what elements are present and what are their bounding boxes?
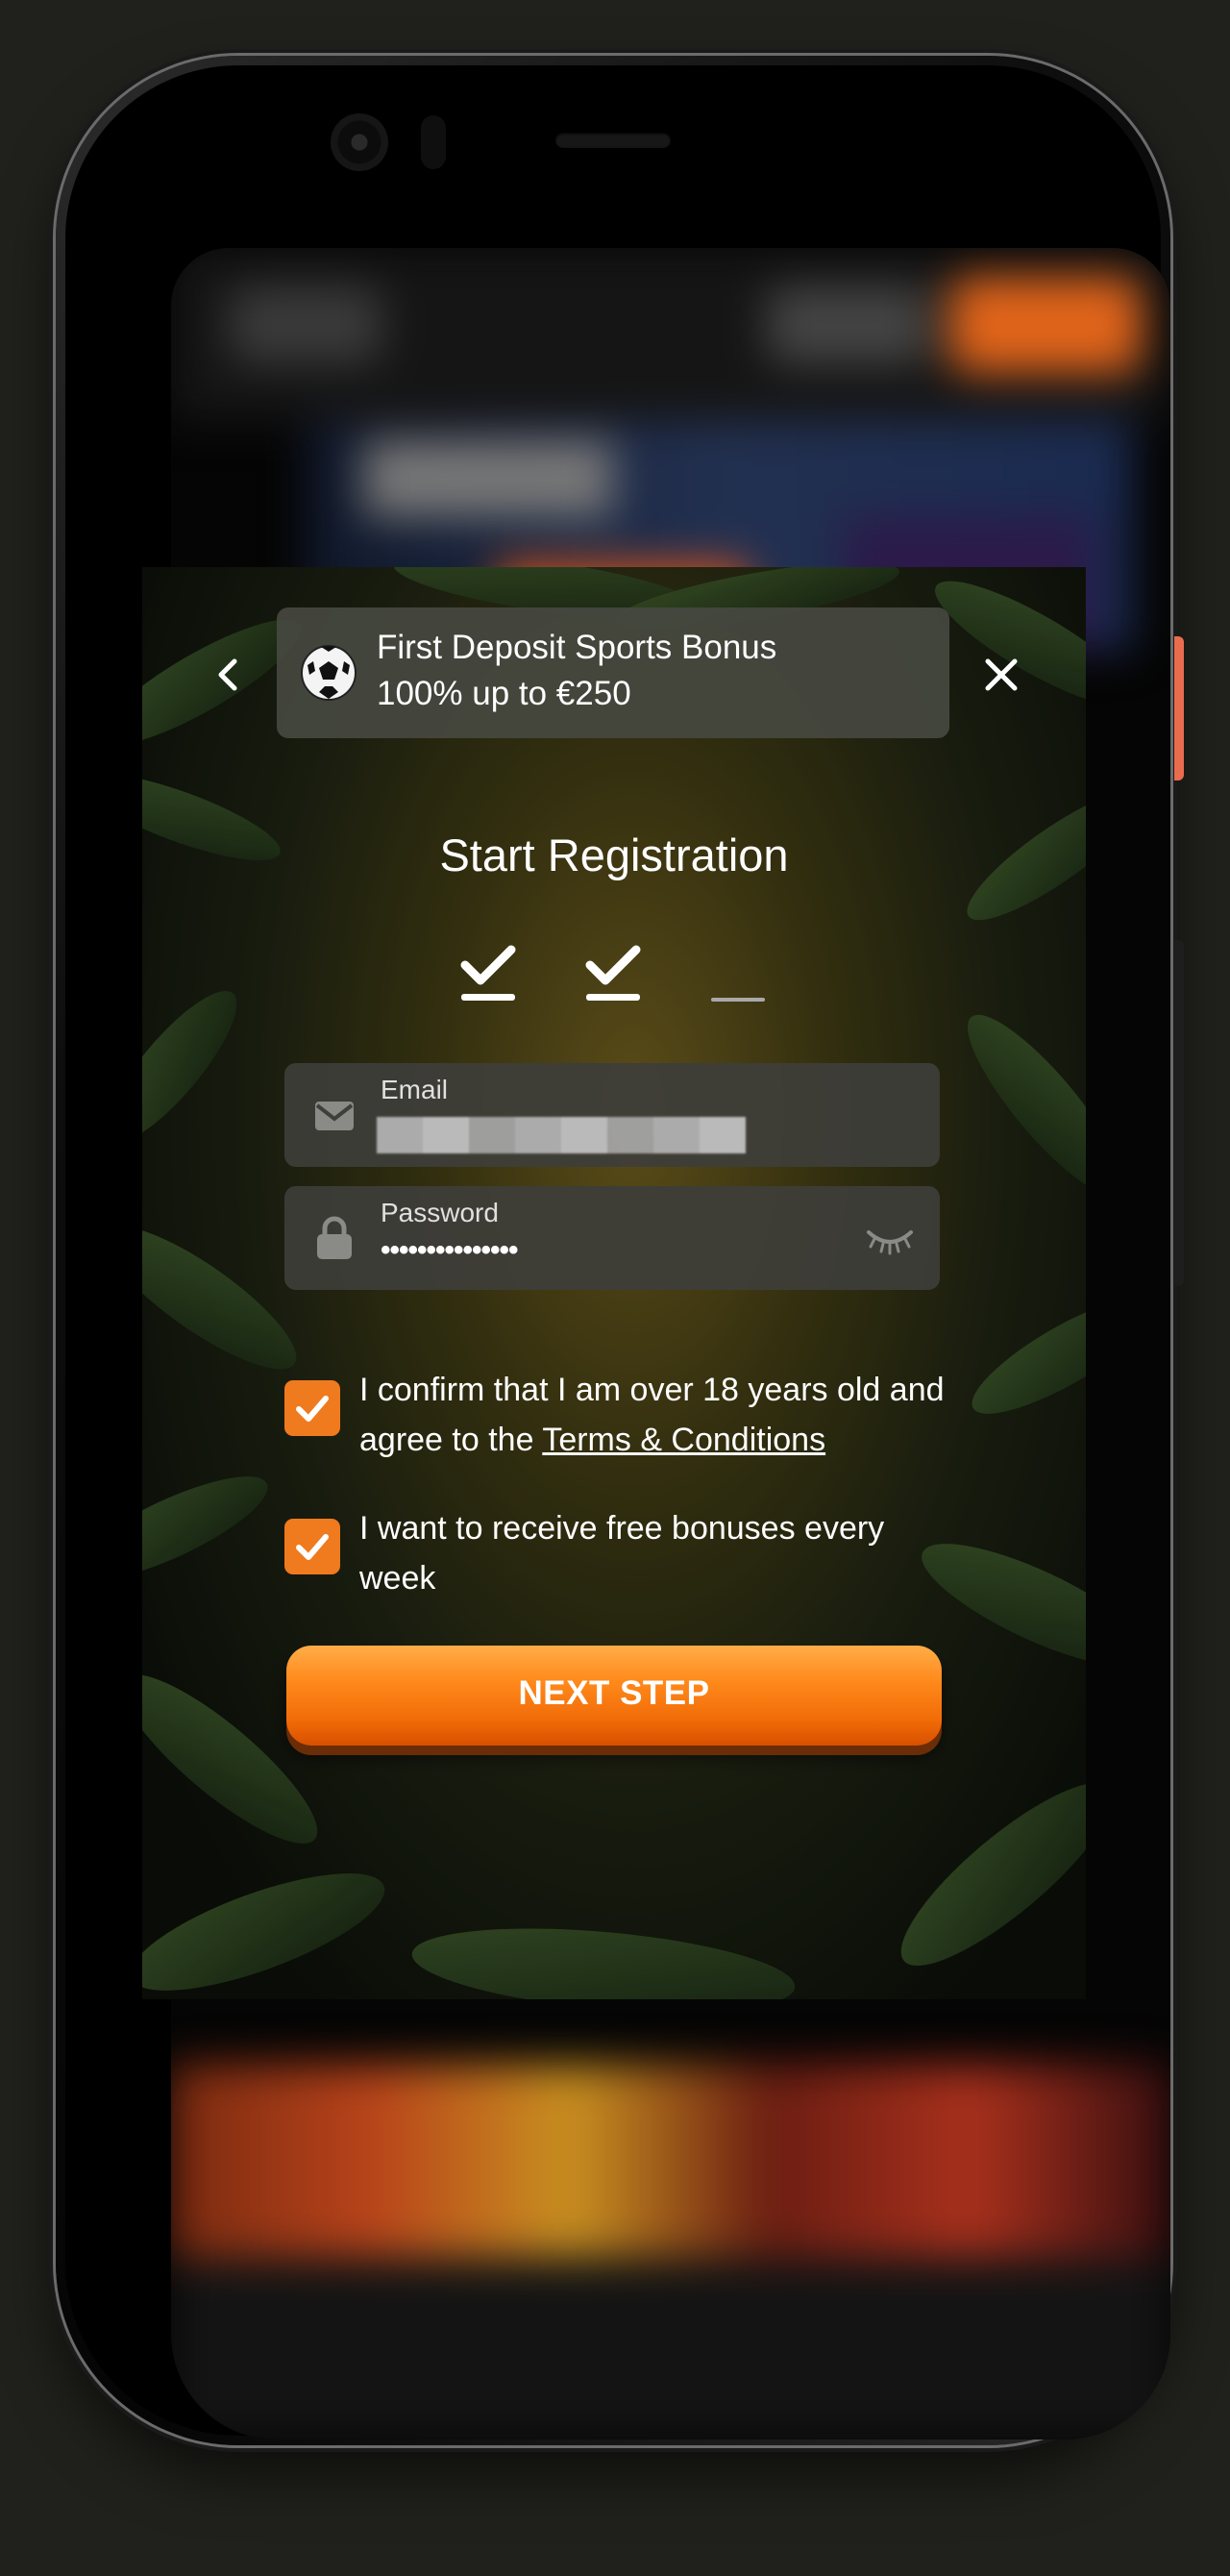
checkmark-icon (585, 945, 641, 1001)
envelope-icon (315, 1102, 354, 1130)
bonuses-checkbox[interactable] (284, 1519, 340, 1574)
lock-icon (317, 1216, 352, 1259)
checkmark-icon (460, 945, 516, 1001)
step-3-current (707, 942, 769, 1009)
password-value: ••••••••••••••• (381, 1234, 519, 1266)
earpiece-speaker (555, 133, 671, 148)
bonus-amount: 100% up to €250 (377, 675, 631, 712)
soccer-ball-icon (301, 645, 357, 701)
password-label: Password (381, 1198, 499, 1227)
proximity-sensor (421, 115, 446, 169)
close-button[interactable] (974, 648, 1028, 702)
age-terms-checkbox[interactable] (284, 1380, 340, 1436)
step-indicator (142, 942, 1086, 1019)
terms-conditions-link[interactable]: Terms & Conditions (542, 1422, 825, 1458)
bonus-banner[interactable]: First Deposit Sports Bonus 100% up to €2… (277, 607, 949, 738)
password-field[interactable]: Password ••••••••••••••• (284, 1186, 940, 1290)
step-1-completed (457, 942, 519, 1009)
next-step-button[interactable]: NEXT STEP (286, 1646, 942, 1746)
page-title: Start Registration (439, 830, 789, 880)
scene: First Deposit Sports Bonus 100% up to €2… (0, 0, 1230, 2576)
email-field[interactable]: Email (284, 1063, 940, 1167)
registration-modal: First Deposit Sports Bonus 100% up to €2… (142, 567, 1086, 1999)
eye-closed-icon[interactable] (865, 1223, 915, 1255)
step-2-completed (582, 942, 644, 1009)
step-dash-icon (711, 998, 765, 1002)
front-camera (331, 113, 388, 171)
bonus-title: First Deposit Sports Bonus (377, 629, 777, 666)
power-button (1174, 636, 1184, 780)
email-value-redacted (377, 1117, 746, 1153)
back-button[interactable] (202, 648, 256, 702)
checkmark-icon (296, 1534, 329, 1560)
volume-button (1174, 940, 1184, 1286)
chevron-left-icon (218, 658, 237, 691)
bonuses-text: I want to receive free bonuses every wee… (359, 1510, 885, 1597)
email-label: Email (381, 1075, 449, 1104)
checkmark-icon (296, 1396, 329, 1422)
age-terms-text: I confirm that I am over 18 years old an… (359, 1365, 955, 1465)
close-icon (985, 658, 1018, 691)
